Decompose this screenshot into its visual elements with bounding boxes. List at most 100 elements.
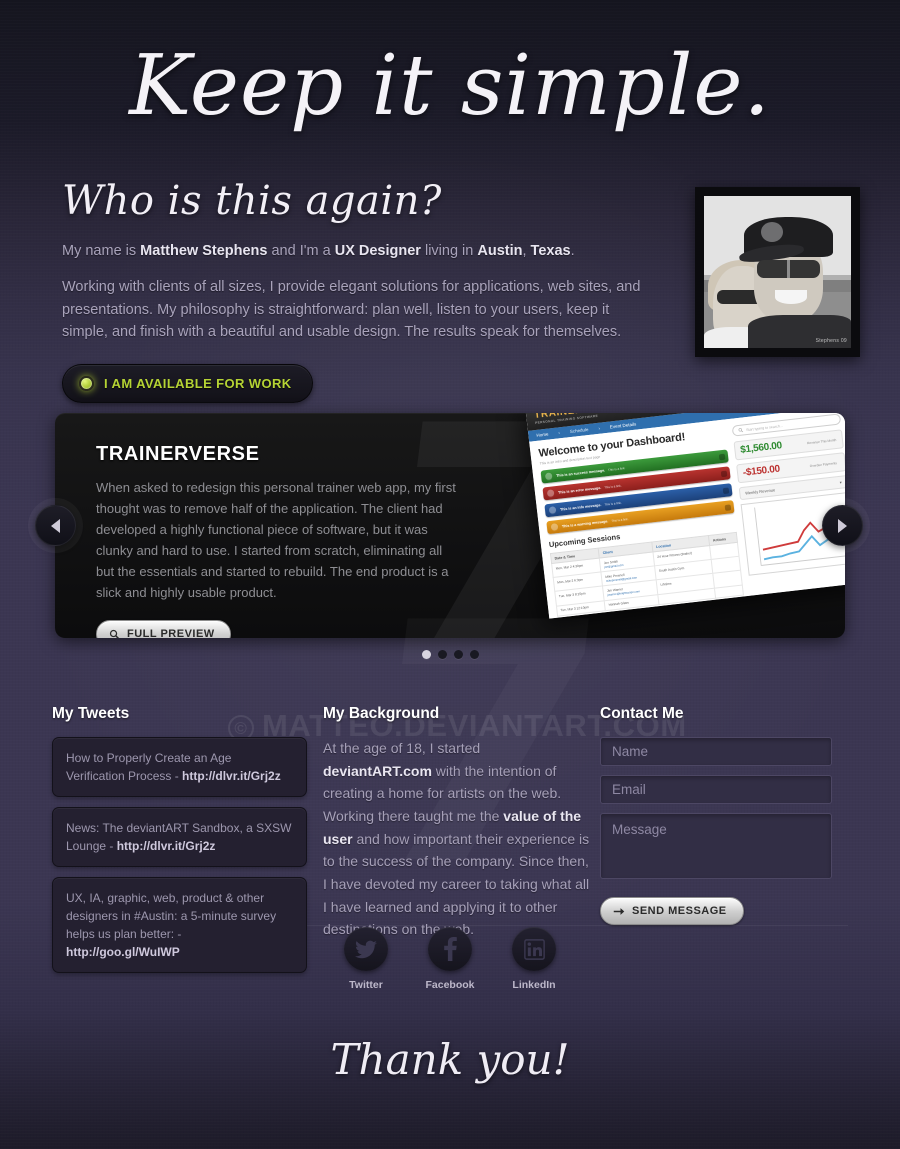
mock-alert-info-text: This is an info message. This is a link. (559, 500, 622, 512)
project-screenshot[interactable]: TRAINERVERSE PERSONAL TRAINING SOFTWARE … (525, 413, 845, 619)
chevron-down-icon: ▾ (839, 479, 843, 485)
mock-right-column: Start typing to search... $1,560.00 Reve… (731, 413, 845, 595)
intro-tagline-d: , (522, 243, 531, 259)
project-carousel: 7 TRAINERVERSE When asked to redesign th… (35, 413, 863, 659)
project-description: When asked to redesign this personal tra… (96, 480, 456, 601)
mock-stat-overdue-label: Overdue Payments (809, 460, 838, 468)
tweet-link[interactable]: http://dlvr.it/Grj2z (182, 769, 281, 783)
intro-heading: Who is this again? (62, 178, 442, 224)
mock-main: Welcome to your Dashboard! This is an in… (529, 413, 845, 619)
page-wrapper: Keep it simple. Who is this again? My na… (0, 0, 900, 1149)
available-for-work-label: I AM AVAILABLE FOR WORK (104, 375, 292, 391)
email-field[interactable] (600, 775, 832, 804)
intro-tagline-e: . (570, 243, 575, 259)
mock-stat-revenue-value: $1,560.00 (739, 440, 783, 456)
chevron-left-icon (51, 518, 60, 533)
twitter-icon (355, 940, 377, 958)
list-item[interactable]: How to Properly Create an Age Verificati… (52, 737, 307, 797)
close-icon (724, 503, 732, 511)
mock-nav-schedule: Schedule (569, 426, 589, 435)
message-field[interactable] (600, 813, 832, 879)
intro-tagline-b: and I'm a (267, 243, 335, 259)
close-icon (720, 470, 728, 477)
footer-thanks: Thank you! (330, 1035, 570, 1084)
project-panel: 7 TRAINERVERSE When asked to redesign th… (55, 413, 845, 638)
profile-photo-frame: Stephens 09 (695, 187, 860, 357)
intro-state: Texas (530, 243, 571, 259)
warning-icon (550, 523, 559, 531)
background-heading: My Background (323, 705, 440, 722)
send-message-label: SEND MESSAGE (632, 905, 727, 917)
mock-search-placeholder: Start typing to search... (745, 423, 783, 432)
intro-paragraph: Working with clients of all sizes, I pro… (62, 279, 641, 341)
intro-section: Who is this again? My name is Matthew St… (62, 178, 662, 403)
intro-name: Matthew Stephens (140, 243, 268, 259)
project-body: TRAINERVERSE When asked to redesign this… (96, 443, 496, 638)
name-field[interactable] (600, 737, 832, 766)
carousel-dot-1[interactable] (421, 650, 431, 659)
intro-tagline-c: living in (420, 243, 478, 259)
close-icon (718, 453, 726, 460)
intro-role: UX Designer (334, 243, 421, 259)
chevron-right-icon (838, 518, 847, 533)
background-text: At the age of 18, I started deviantART.c… (323, 737, 591, 941)
mock-nav-home: Home (536, 431, 549, 438)
error-icon (546, 489, 555, 498)
carousel-dot-3[interactable] (453, 650, 463, 659)
carousel-dot-2[interactable] (437, 650, 447, 659)
social-links: Twitter Facebook LinkedIn (0, 927, 900, 991)
project-title: TRAINERVERSE (96, 443, 260, 465)
search-icon (109, 629, 120, 638)
intro-tagline-a: My name is (62, 243, 141, 259)
intro-tagline: My name is Matthew Stephens and I'm a UX… (62, 240, 642, 262)
carousel-dot-4[interactable] (469, 650, 479, 659)
status-indicator-icon (79, 375, 94, 391)
tweet-link[interactable]: http://dlvr.it/Grj2z (117, 839, 216, 853)
mock-alert-success-text: This is an success message. This is a lin… (555, 465, 626, 478)
list-item[interactable]: News: The deviantART Sandbox, a SXSW Lou… (52, 807, 307, 867)
send-message-button[interactable]: SEND MESSAGE (600, 897, 744, 925)
mock-stat-overdue-value: -$150.00 (742, 463, 781, 479)
photo-watermark: Stephens 09 (815, 338, 847, 344)
search-icon (738, 428, 744, 433)
mock-nav-details: Event Details (609, 421, 637, 430)
mock-left-column: Welcome to your Dashboard! This is an in… (538, 427, 744, 618)
mock-alert-error-text: This is an error message. This is a link. (557, 483, 622, 495)
avatar: Stephens 09 (704, 196, 851, 348)
facebook-button[interactable] (428, 927, 472, 971)
social-item-linkedin: LinkedIn (500, 927, 568, 991)
linkedin-icon (523, 938, 545, 960)
info-icon (548, 506, 557, 514)
hero-section: Keep it simple. (0, 0, 900, 150)
background-text-e: and how important their experience is to… (323, 830, 590, 938)
background-text-a: At the age of 18, I started (323, 740, 481, 756)
social-label-facebook: Facebook (425, 979, 475, 991)
social-label-linkedin: LinkedIn (512, 979, 556, 991)
social-item-twitter: Twitter (332, 927, 400, 991)
carousel-prev-button[interactable] (35, 505, 76, 546)
mock-nav-sep-1: › (558, 430, 561, 436)
contact-heading: Contact Me (600, 705, 684, 722)
facebook-icon (443, 937, 457, 961)
full-preview-label: FULL PREVIEW (127, 628, 215, 638)
available-for-work-button[interactable]: I AM AVAILABLE FOR WORK (62, 363, 313, 403)
social-item-facebook: Facebook (416, 927, 484, 991)
mock-nav-sep-2: › (598, 425, 601, 431)
mock-chart-select-label: Weekly Revenue (744, 487, 776, 496)
full-preview-button[interactable]: FULL PREVIEW (96, 620, 231, 638)
background-deviantart: deviantART.com (323, 762, 432, 779)
twitter-button[interactable] (344, 927, 388, 971)
carousel-next-button[interactable] (822, 505, 863, 546)
mock-alert-warning-text: This is a warning message. This is a link… (561, 516, 629, 529)
cell-actions (714, 584, 744, 598)
arrow-right-icon (613, 907, 625, 915)
carousel-pagination (55, 650, 845, 659)
intro-city: Austin (477, 243, 523, 259)
social-label-twitter: Twitter (349, 979, 383, 991)
cell-client-name: Hannah Glass (608, 600, 629, 607)
linkedin-button[interactable] (512, 927, 556, 971)
mock-stat-revenue-label: Revenue This Month (806, 437, 837, 445)
tweets-heading: My Tweets (52, 705, 130, 722)
close-icon (722, 487, 730, 494)
check-icon (544, 472, 553, 481)
